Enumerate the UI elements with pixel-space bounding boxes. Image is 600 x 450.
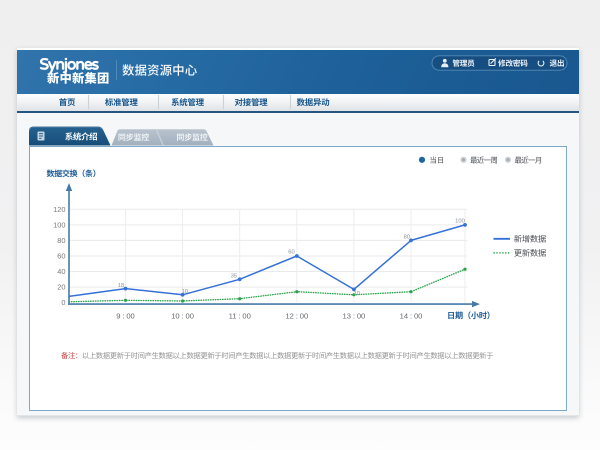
svg-text:20: 20 xyxy=(57,283,65,292)
svg-text:10 : 00: 10 : 00 xyxy=(171,311,194,320)
svg-text:80: 80 xyxy=(404,235,410,241)
svg-text:100: 100 xyxy=(53,221,65,230)
svg-text:100: 100 xyxy=(455,219,465,225)
svg-text:13 : 00: 13 : 00 xyxy=(342,311,365,320)
svg-text:10: 10 xyxy=(182,289,188,295)
svg-text:11 : 00: 11 : 00 xyxy=(229,311,251,320)
svg-text:14 : 00: 14 : 00 xyxy=(400,311,423,320)
svg-text:60: 60 xyxy=(288,250,294,256)
svg-text:18: 18 xyxy=(118,283,124,289)
svg-text:40: 40 xyxy=(57,267,65,276)
svg-text:10: 10 xyxy=(354,291,360,297)
svg-text:120: 120 xyxy=(53,205,65,214)
svg-text:12 : 00: 12 : 00 xyxy=(285,311,308,320)
svg-text:80: 80 xyxy=(57,236,65,245)
svg-text:60: 60 xyxy=(57,252,65,261)
svg-text:9 : 00: 9 : 00 xyxy=(116,311,135,320)
svg-text:35: 35 xyxy=(231,273,237,279)
svg-text:0: 0 xyxy=(61,298,65,307)
